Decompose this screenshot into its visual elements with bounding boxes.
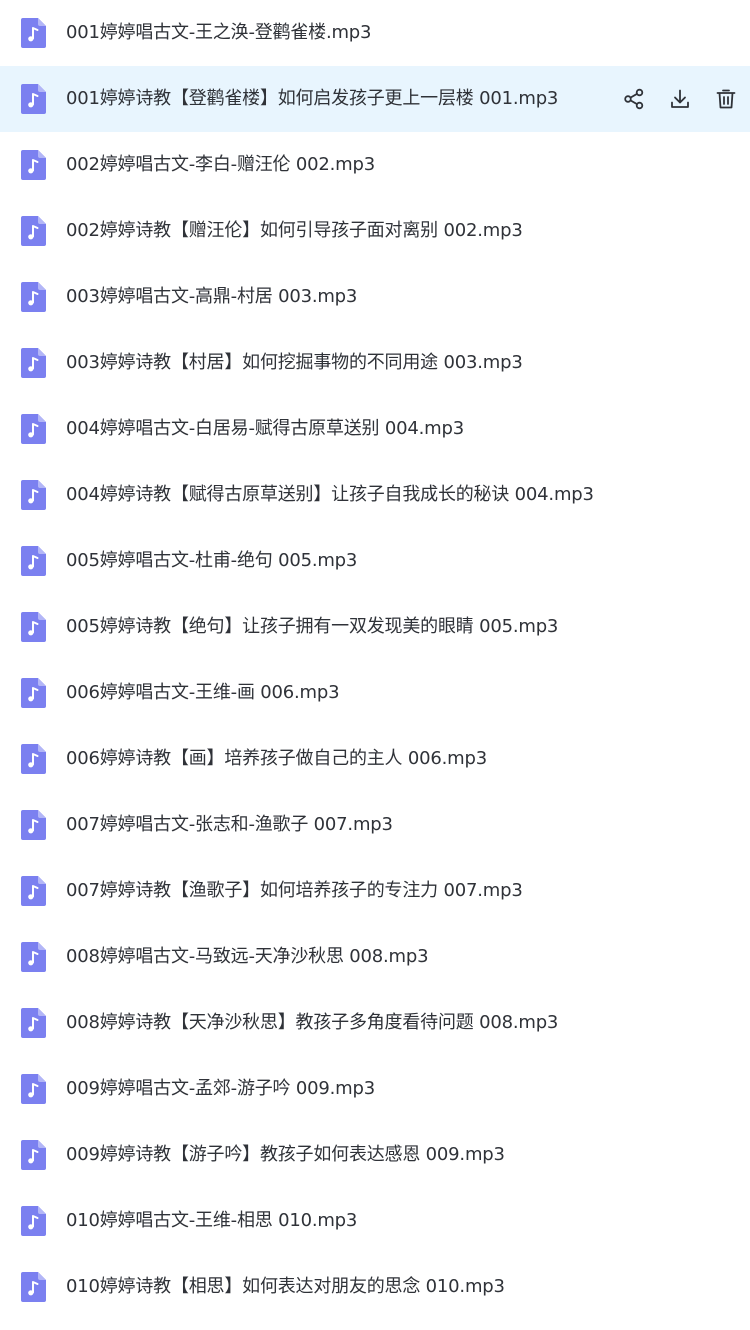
file-row[interactable]: 008婷婷诗教【天净沙秋思】教孩子多角度看待问题 008.mp3	[0, 990, 750, 1056]
music-file-icon	[21, 942, 46, 972]
file-row[interactable]: 004婷婷诗教【赋得古原草送别】让孩子自我成长的秘诀 004.mp3	[0, 462, 750, 528]
file-name: 004婷婷诗教【赋得古原草送别】让孩子自我成长的秘诀 004.mp3	[66, 484, 594, 505]
file-name: 006婷婷诗教【画】培养孩子做自己的主人 006.mp3	[66, 748, 487, 769]
file-row[interactable]: 001婷婷诗教【登鹳雀楼】如何启发孩子更上一层楼 001.mp3	[0, 66, 750, 132]
music-file-icon	[21, 150, 46, 180]
file-row[interactable]: 004婷婷唱古文-白居易-赋得古原草送别 004.mp3	[0, 396, 750, 462]
file-name: 005婷婷诗教【绝句】让孩子拥有一双发现美的眼睛 005.mp3	[66, 616, 559, 637]
file-name: 010婷婷唱古文-王维-相思 010.mp3	[66, 1210, 358, 1231]
music-file-icon	[21, 744, 46, 774]
file-row[interactable]: 009婷婷诗教【游子吟】教孩子如何表达感恩 009.mp3	[0, 1122, 750, 1188]
file-name: 006婷婷唱古文-王维-画 006.mp3	[66, 682, 340, 703]
file-row[interactable]: 006婷婷诗教【画】培养孩子做自己的主人 006.mp3	[0, 726, 750, 792]
music-file-icon	[21, 414, 46, 444]
music-file-icon	[21, 84, 46, 114]
file-name: 002婷婷唱古文-李白-赠汪伦 002.mp3	[66, 154, 375, 175]
file-row[interactable]: 007婷婷诗教【渔歌子】如何培养孩子的专注力 007.mp3	[0, 858, 750, 924]
file-name: 003婷婷唱古文-高鼎-村居 003.mp3	[66, 286, 358, 307]
music-file-icon	[21, 1008, 46, 1038]
file-row[interactable]: 002婷婷诗教【赠汪伦】如何引导孩子面对离别 002.mp3	[0, 198, 750, 264]
file-name: 010婷婷诗教【相思】如何表达对朋友的思念 010.mp3	[66, 1276, 505, 1297]
music-file-icon	[21, 612, 46, 642]
music-file-icon	[21, 1140, 46, 1170]
file-list: 001婷婷唱古文-王之涣-登鹳雀楼.mp3 001婷婷诗教【登鹳雀楼】如何启发孩子…	[0, 0, 750, 1330]
file-row[interactable]: 005婷婷诗教【绝句】让孩子拥有一双发现美的眼睛 005.mp3	[0, 594, 750, 660]
file-name: 008婷婷诗教【天净沙秋思】教孩子多角度看待问题 008.mp3	[66, 1012, 559, 1033]
file-name: 001婷婷唱古文-王之涣-登鹳雀楼.mp3	[66, 22, 372, 43]
file-row[interactable]: 006婷婷唱古文-王维-画 006.mp3	[0, 660, 750, 726]
delete-icon[interactable]	[712, 85, 740, 113]
file-name: 007婷婷诗教【渔歌子】如何培养孩子的专注力 007.mp3	[66, 880, 523, 901]
share-icon[interactable]	[620, 85, 648, 113]
file-row[interactable]: 007婷婷唱古文-张志和-渔歌子 007.mp3	[0, 792, 750, 858]
download-icon[interactable]	[666, 85, 694, 113]
file-row[interactable]: 003婷婷诗教【村居】如何挖掘事物的不同用途 003.mp3	[0, 330, 750, 396]
music-file-icon	[21, 282, 46, 312]
file-name: 008婷婷唱古文-马致远-天净沙秋思 008.mp3	[66, 946, 429, 967]
music-file-icon	[21, 216, 46, 246]
file-row[interactable]: 005婷婷唱古文-杜甫-绝句 005.mp3	[0, 528, 750, 594]
file-name: 009婷婷诗教【游子吟】教孩子如何表达感恩 009.mp3	[66, 1144, 505, 1165]
file-name: 001婷婷诗教【登鹳雀楼】如何启发孩子更上一层楼 001.mp3	[66, 88, 559, 109]
music-file-icon	[21, 348, 46, 378]
row-actions	[620, 66, 740, 132]
music-file-icon	[21, 876, 46, 906]
file-row[interactable]: 002婷婷唱古文-李白-赠汪伦 002.mp3	[0, 132, 750, 198]
file-row[interactable]: 008婷婷唱古文-马致远-天净沙秋思 008.mp3	[0, 924, 750, 990]
music-file-icon	[21, 1272, 46, 1302]
music-file-icon	[21, 18, 46, 48]
file-name: 003婷婷诗教【村居】如何挖掘事物的不同用途 003.mp3	[66, 352, 523, 373]
music-file-icon	[21, 678, 46, 708]
file-row[interactable]: 010婷婷唱古文-王维-相思 010.mp3	[0, 1188, 750, 1254]
file-row[interactable]: 001婷婷唱古文-王之涣-登鹳雀楼.mp3	[0, 0, 750, 66]
music-file-icon	[21, 480, 46, 510]
file-row[interactable]: 009婷婷唱古文-孟郊-游子吟 009.mp3	[0, 1056, 750, 1122]
file-name: 009婷婷唱古文-孟郊-游子吟 009.mp3	[66, 1078, 375, 1099]
file-name: 007婷婷唱古文-张志和-渔歌子 007.mp3	[66, 814, 393, 835]
file-row[interactable]: 010婷婷诗教【相思】如何表达对朋友的思念 010.mp3	[0, 1254, 750, 1320]
file-name: 002婷婷诗教【赠汪伦】如何引导孩子面对离别 002.mp3	[66, 220, 523, 241]
file-name: 005婷婷唱古文-杜甫-绝句 005.mp3	[66, 550, 358, 571]
music-file-icon	[21, 1206, 46, 1236]
music-file-icon	[21, 810, 46, 840]
music-file-icon	[21, 546, 46, 576]
file-name: 004婷婷唱古文-白居易-赋得古原草送别 004.mp3	[66, 418, 464, 439]
music-file-icon	[21, 1074, 46, 1104]
file-row[interactable]: 003婷婷唱古文-高鼎-村居 003.mp3	[0, 264, 750, 330]
